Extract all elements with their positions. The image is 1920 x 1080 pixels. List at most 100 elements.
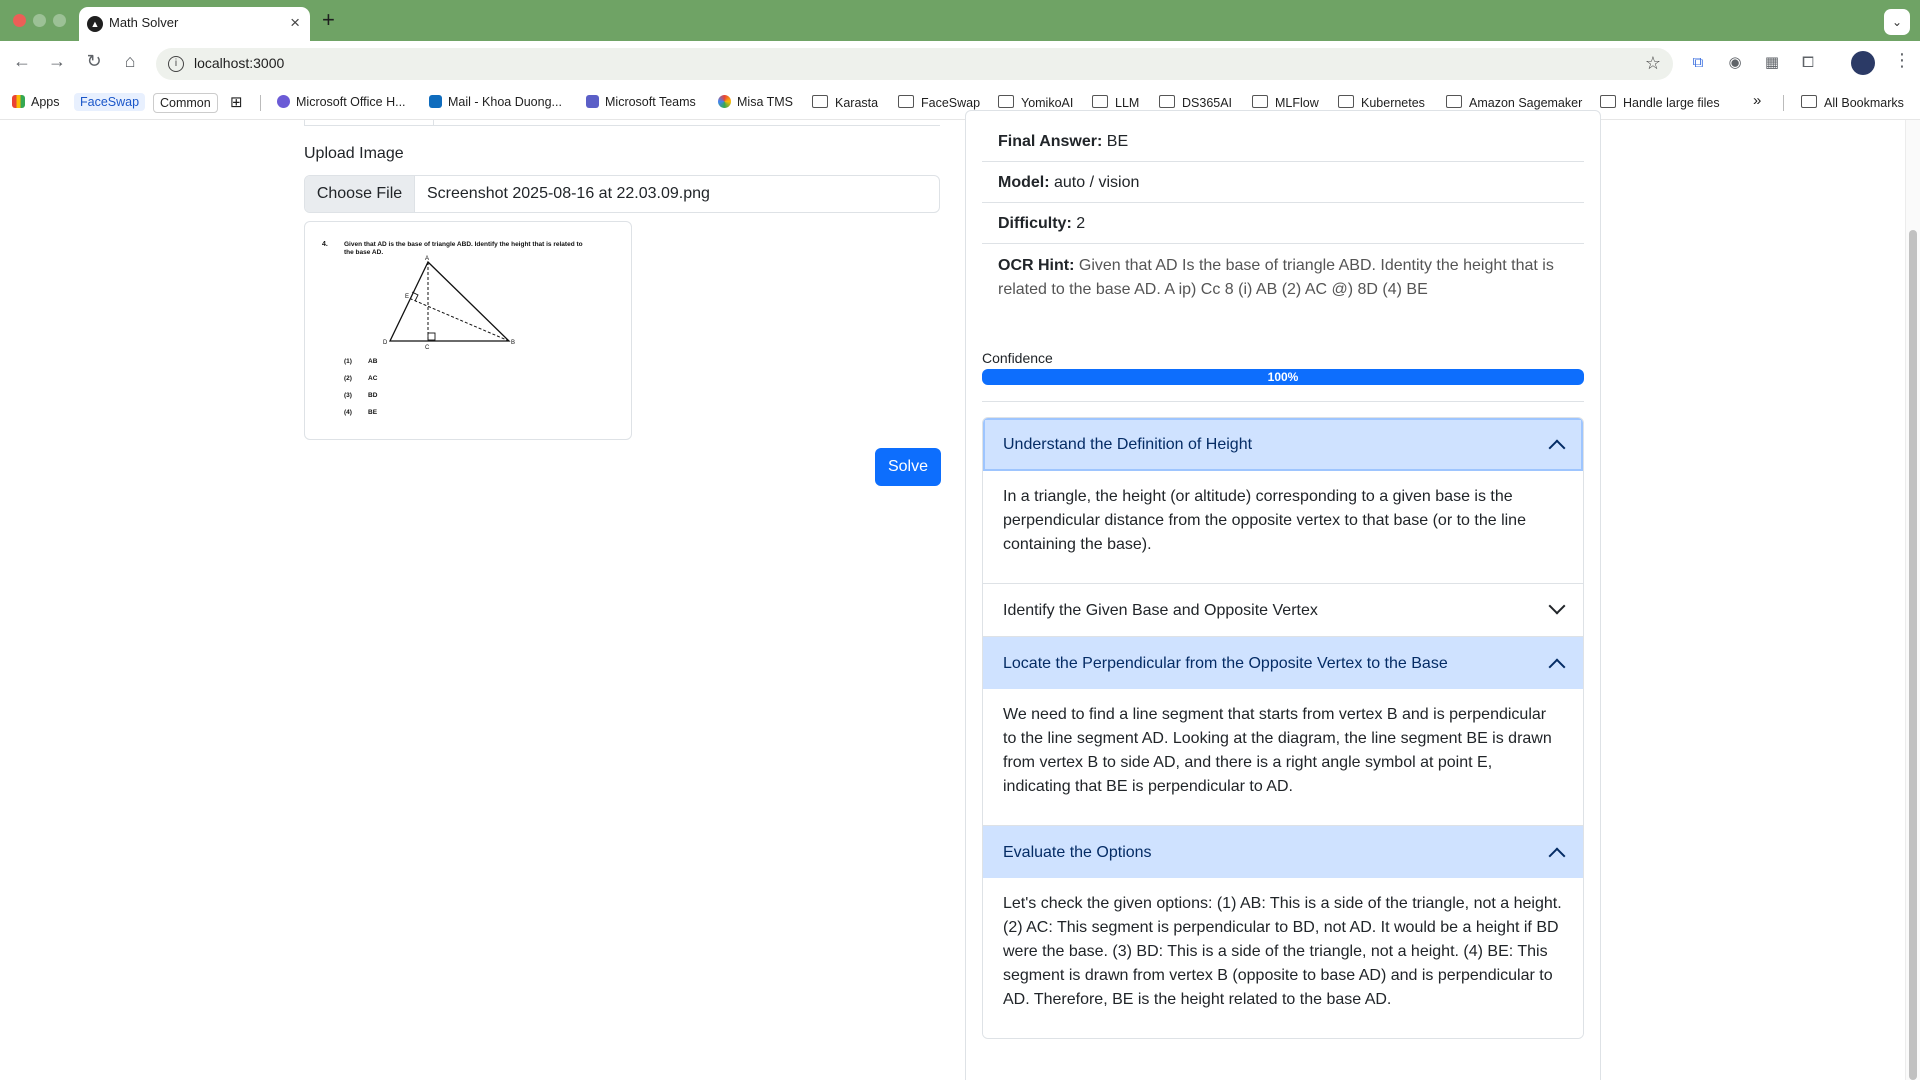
bookmark-misa[interactable]: Misa TMS (718, 95, 793, 109)
tab-groups-icon[interactable]: ⊞ (230, 93, 243, 111)
new-tab-icon[interactable]: + (322, 7, 335, 33)
step-3-body: We need to find a line segment that star… (983, 689, 1583, 825)
option-4-number: (4) (344, 409, 352, 416)
misa-icon (718, 95, 731, 108)
site-info-icon[interactable]: i (168, 56, 184, 72)
bookmark-folder-karasta[interactable]: Karasta (812, 95, 878, 110)
browser-tab[interactable]: ▲ Math Solver × (79, 7, 310, 41)
triangle-abd (388, 260, 511, 342)
step-1-body: In a triangle, the height (or altitude) … (983, 471, 1583, 583)
label-c: C (425, 345, 430, 351)
option-2-text: AC (368, 375, 378, 382)
bookmark-office[interactable]: Microsoft Office H... (277, 95, 406, 109)
ocr-hint-value: Given that AD Is the base of triangle AB… (998, 257, 1554, 298)
maximize-window-button[interactable] (53, 14, 66, 27)
bookmarks-separator (1783, 95, 1784, 111)
scrollbar-thumb[interactable] (1909, 230, 1917, 1080)
bookmark-folder-faceswap[interactable]: FaceSwap (898, 95, 980, 110)
model-value: auto / vision (1054, 174, 1140, 191)
page-content: Upload Image Choose File Screenshot 2025… (0, 110, 1920, 1080)
label-d: D (383, 340, 388, 346)
extensions-icon[interactable]: ⧠ (1798, 53, 1818, 73)
bookmarks-overflow-icon[interactable]: » (1753, 92, 1761, 109)
upload-image-label: Upload Image (304, 145, 404, 162)
grammarly-icon[interactable]: ◉ (1725, 53, 1745, 73)
confidence-progress: 100% (982, 369, 1584, 385)
reload-icon[interactable]: ↻ (82, 51, 106, 72)
difficulty-label: Difficulty: (998, 215, 1072, 232)
label-a: A (425, 256, 429, 262)
chevron-up-icon (1548, 847, 1566, 865)
app-favicon-icon: ▲ (87, 16, 103, 32)
bookmark-folder-llm[interactable]: LLM (1092, 95, 1139, 110)
confidence-label: Confidence (982, 350, 1053, 366)
step-4-body: Let's check the given options: (1) AB: T… (983, 878, 1583, 1038)
step-4-header[interactable]: Evaluate the Options (983, 825, 1583, 878)
step-2-header[interactable]: Identify the Given Base and Opposite Ver… (983, 583, 1583, 636)
forward-icon[interactable]: → (45, 51, 69, 72)
tab-title: Math Solver (109, 15, 179, 30)
ocr-hint-row: OCR Hint: Given that AD Is the base of t… (982, 244, 1584, 312)
confidence-progress-bar: 100% (982, 369, 1584, 385)
difficulty-value: 2 (1076, 215, 1086, 232)
bookmark-mail[interactable]: Mail - Khoa Duong... (429, 95, 562, 109)
nav-tab-edge (304, 120, 434, 126)
bookmark-folder-mlflow[interactable]: MLFlow (1252, 95, 1319, 110)
step-3-title: Locate the Perpendicular from the Opposi… (1003, 655, 1448, 672)
bookmark-folder-yomikoai[interactable]: YomikoAI (998, 95, 1073, 110)
bookmark-folder-kubernetes[interactable]: Kubernetes (1338, 95, 1425, 110)
final-answer-value: BE (1106, 133, 1129, 150)
label-b: B (511, 340, 515, 346)
question-line-1: Given that AD is the base of triangle AB… (344, 241, 583, 248)
url-text[interactable]: localhost:3000 (194, 55, 284, 71)
menu-icon[interactable]: ⋮ (1893, 50, 1911, 71)
model-label: Model: (998, 174, 1050, 191)
home-icon[interactable]: ⌂ (118, 51, 142, 72)
choose-file-button[interactable]: Choose File (305, 176, 415, 212)
close-tab-icon[interactable]: × (290, 13, 300, 33)
all-bookmarks[interactable]: All Bookmarks (1801, 95, 1904, 110)
bookmark-common-pill[interactable]: Common (153, 93, 218, 113)
right-angle-c (427, 332, 436, 341)
translate-icon[interactable]: ⧉ (1688, 53, 1708, 73)
section-divider (982, 401, 1584, 402)
bookmark-apps[interactable]: Apps (12, 95, 60, 109)
final-answer-label: Final Answer: (998, 133, 1103, 150)
bookmark-folder-ds365ai[interactable]: DS365AI (1159, 95, 1232, 110)
step-3-header[interactable]: Locate the Perpendicular from the Opposi… (983, 636, 1583, 689)
problem-image: 4. Given that AD is the base of triangle… (322, 241, 583, 416)
bookmark-folder-large-files[interactable]: Handle large files (1600, 95, 1720, 110)
outlook-icon (429, 95, 442, 108)
office-icon (277, 95, 290, 108)
minimize-window-button[interactable] (33, 14, 46, 27)
profile-avatar[interactable] (1851, 51, 1875, 75)
ocr-hint-label: OCR Hint: (998, 257, 1075, 274)
bookmark-folder-sagemaker[interactable]: Amazon Sagemaker (1446, 95, 1582, 110)
model-row: Model: auto / vision (982, 162, 1584, 203)
address-bar[interactable]: i localhost:3000 ☆ (156, 48, 1673, 80)
bookmarks-separator (260, 95, 261, 111)
bookmark-faceswap-pill[interactable]: FaceSwap (74, 93, 146, 111)
qr-code-icon[interactable]: ▦ (1762, 53, 1782, 73)
step-2-title: Identify the Given Base and Opposite Ver… (1003, 602, 1318, 619)
chevron-down-icon (1548, 597, 1566, 615)
close-window-button[interactable] (13, 14, 26, 27)
browser-toolbar: ← → ↻ ⌂ i localhost:3000 ☆ ⧉ ◉ ▦ ⧠ ⋮ (0, 41, 1920, 86)
solution-card: Final Answer: BE Model: auto / vision Di… (965, 110, 1601, 1080)
solve-button[interactable]: Solve (875, 448, 941, 486)
bookmark-star-icon[interactable]: ☆ (1645, 53, 1661, 74)
back-icon[interactable]: ← (10, 51, 34, 72)
option-4-text: BE (368, 409, 378, 416)
question-line-2: the base AD. (344, 249, 383, 256)
tab-search-chevron-icon[interactable]: ⌄ (1884, 9, 1910, 35)
chevron-up-icon (1548, 658, 1566, 676)
browser-tab-bar: ▲ Math Solver × + ⌄ (0, 0, 1920, 41)
file-input[interactable]: Choose File Screenshot 2025-08-16 at 22.… (304, 175, 940, 213)
bookmark-teams[interactable]: Microsoft Teams (586, 95, 696, 109)
step-1-title: Understand the Definition of Height (1003, 436, 1253, 453)
question-number: 4. (322, 241, 328, 248)
image-preview: 4. Given that AD is the base of triangle… (304, 221, 632, 440)
option-1-number: (1) (344, 358, 352, 365)
step-1-header[interactable]: Understand the Definition of Height (983, 418, 1583, 471)
option-3-number: (3) (344, 392, 352, 399)
